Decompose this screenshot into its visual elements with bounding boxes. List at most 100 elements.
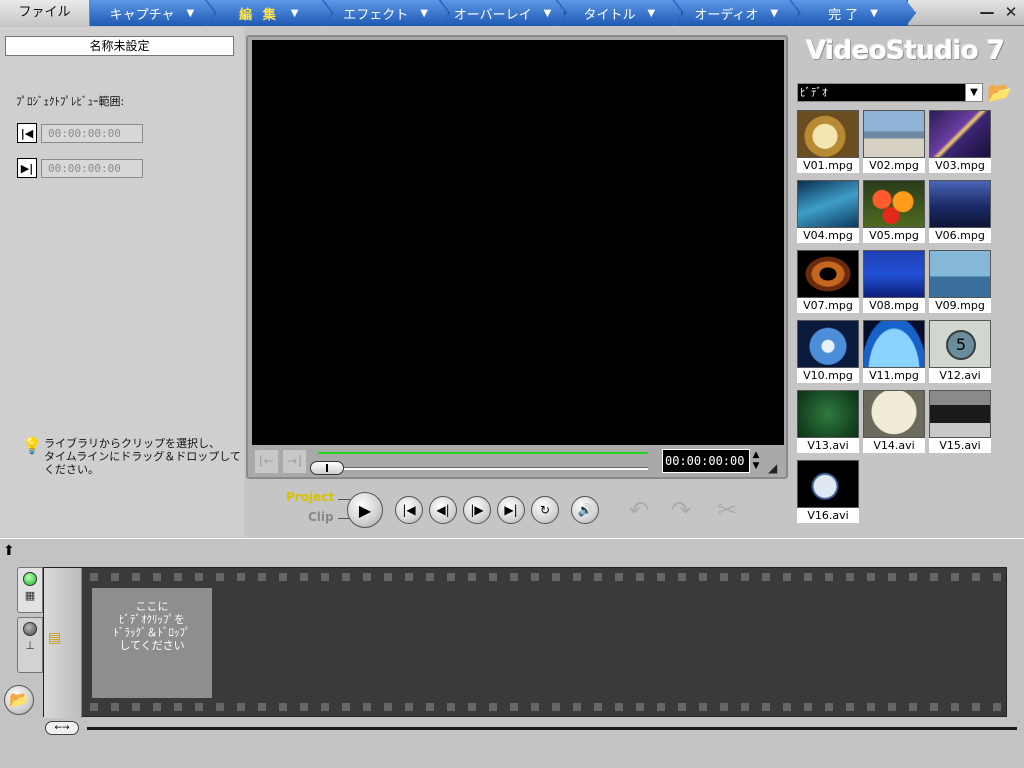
mark-out-icon: ▶| [20, 161, 34, 175]
previous-frame-button[interactable]: ◀| [429, 496, 457, 524]
redo-button[interactable]: ↷ [667, 496, 695, 524]
split-clip-button[interactable]: ✂ [713, 496, 741, 524]
window-controls: — ✕ [978, 3, 1020, 21]
clip-thumbnail [797, 110, 859, 158]
step-tab[interactable]: エフェクト ▼ [323, 0, 449, 26]
chevron-down-icon: ▼ [543, 7, 552, 19]
clip-name: V07.mpg [797, 298, 859, 313]
inactive-indicator-icon [23, 622, 37, 636]
clip-name: V02.mpg [863, 158, 925, 173]
play-button[interactable]: ▶ [347, 492, 383, 528]
options-panel: 名称未設定 ﾌﾟﾛｼﾞｪｸﾄﾌﾟﾚﾋﾞｭｰ範囲: |◀ 00:00:00:00 … [0, 27, 244, 537]
scrub-track[interactable] [314, 467, 648, 470]
clip-name: V08.mpg [863, 298, 925, 313]
library-category-select[interactable]: ﾋﾞﾃﾞｵ ▼ [797, 83, 983, 102]
jog-slider[interactable] [310, 461, 344, 475]
library-clip[interactable]: V07.mpg [797, 250, 859, 313]
timeline-scrollbar[interactable] [87, 727, 1017, 730]
clip-mode-label[interactable]: Clip [308, 510, 334, 524]
clip-name: V09.mpg [929, 298, 991, 313]
track-header: ▤ [44, 568, 82, 718]
step-tab[interactable]: タイトル ▼ [557, 0, 683, 26]
trim-start-button[interactable]: [← [254, 449, 279, 474]
speaker-icon: 🔊 [577, 503, 593, 517]
countdown-number: 5 [946, 330, 976, 360]
end-button[interactable]: ▶| [497, 496, 525, 524]
clip-thumbnail [863, 180, 925, 228]
project-name-field[interactable]: 名称未設定 [5, 36, 234, 56]
library-clip[interactable]: 5 V12.avi [929, 320, 991, 383]
step-tab[interactable]: オーディオ ▼ [674, 0, 800, 26]
library-clip[interactable]: V15.avi [929, 390, 991, 453]
mark-in-timecode[interactable]: 00:00:00:00 [41, 123, 143, 143]
scissors-icon: ✂ [716, 496, 738, 524]
chevron-down-icon: ▼ [770, 7, 779, 19]
open-folder-icon[interactable]: 📂 [987, 80, 1017, 104]
dropdown-arrow-icon[interactable]: ▼ [965, 84, 982, 101]
step-tab[interactable]: 完 了 ▼ [791, 0, 917, 26]
library-clip[interactable]: V16.avi [797, 460, 859, 523]
mark-out-timecode[interactable]: 00:00:00:00 [41, 158, 143, 178]
sprocket-holes [82, 573, 1006, 581]
expand-horizontal-icon: ←→ [54, 723, 70, 733]
library-clip[interactable]: V05.mpg [863, 180, 925, 243]
library-clip[interactable]: V08.mpg [863, 250, 925, 313]
library-clip[interactable]: V13.avi [797, 390, 859, 453]
chevron-down-icon: ▼ [186, 7, 195, 19]
repeat-button[interactable]: ↻ [531, 496, 559, 524]
clip-thumbnail [929, 110, 991, 158]
active-indicator-icon [23, 572, 37, 586]
library-clip[interactable]: V11.mpg [863, 320, 925, 383]
clip-thumbnail [797, 390, 859, 438]
switch-line [338, 499, 350, 500]
timecode-display[interactable]: 00:00:00:00 [662, 449, 750, 473]
step-tab[interactable]: 編 集 ▼ [206, 0, 332, 26]
library-clip[interactable]: V02.mpg [863, 110, 925, 173]
next-frame-button[interactable]: |▶ [463, 496, 491, 524]
library-clip[interactable]: V01.mpg [797, 110, 859, 173]
clip-thumbnail [863, 320, 925, 368]
undo-button[interactable]: ↶ [625, 496, 653, 524]
library-clip[interactable]: V04.mpg [797, 180, 859, 243]
hint-box: 💡 ライブラリからクリップを選択し、 タイムラインにドラッグ＆ドロップして くだ… [22, 437, 244, 477]
open-project-button[interactable]: 📂 [4, 685, 34, 715]
storyboard-view-tab[interactable]: ▦ [17, 567, 43, 613]
home-button[interactable]: |◀ [395, 496, 423, 524]
trim-end-button[interactable]: →] [282, 449, 307, 474]
library-clip[interactable]: V14.avi [863, 390, 925, 453]
clip-drop-zone[interactable]: ここに ﾋﾞﾃﾞｵｸﾘｯﾌﾟを ﾄﾞﾗｯｸﾞ＆ﾄﾞﾛｯﾌﾟ してください [92, 588, 212, 698]
mark-in-button[interactable]: |◀ [17, 123, 37, 143]
clip-name: V06.mpg [929, 228, 991, 243]
step-label: 完 了 [828, 7, 859, 23]
step-tab[interactable]: キャプチャ ▼ [90, 0, 215, 26]
enlarge-preview-icon[interactable]: ◢ [768, 461, 782, 475]
folder-open-icon: 📂 [9, 690, 29, 709]
library-clip[interactable]: V09.mpg [929, 250, 991, 313]
clip-name: V01.mpg [797, 158, 859, 173]
step-tab[interactable]: オーバーレイ ▼ [440, 0, 566, 26]
volume-button[interactable]: 🔊 [571, 496, 599, 524]
timecode-spinner[interactable]: ▲ ▼ [750, 450, 762, 472]
clip-name: V04.mpg [797, 228, 859, 243]
filmstrip-icon: ▦ [24, 589, 36, 602]
library-clip[interactable]: V03.mpg [929, 110, 991, 173]
clip-name: V15.avi [929, 438, 991, 453]
preview-window: [← →] 00:00:00:00 ▲ ▼ ◢ [246, 35, 788, 479]
project-clip-switch: Project Clip [286, 490, 350, 528]
timeline-toggle-icon[interactable]: ⬆ [3, 543, 15, 559]
library-clip[interactable]: V10.mpg [797, 320, 859, 383]
fit-to-window-button[interactable]: ←→ [45, 721, 79, 735]
timeline-view-tab[interactable]: ⊥ [17, 617, 43, 673]
step-label: オーディオ [694, 7, 759, 23]
minimize-button[interactable]: — [978, 3, 996, 21]
file-menu[interactable]: ファイル [0, 0, 90, 26]
preview-range-title: ﾌﾟﾛｼﾞｪｸﾄﾌﾟﾚﾋﾞｭｰ範囲: [16, 95, 125, 108]
mark-out-button[interactable]: ▶| [17, 158, 37, 178]
project-mode-label[interactable]: Project [286, 490, 334, 504]
library-clip[interactable]: V06.mpg [929, 180, 991, 243]
close-button[interactable]: ✕ [1002, 3, 1020, 21]
step-label: タイトル [583, 7, 636, 23]
skip-to-start-icon: |◀ [402, 503, 416, 517]
step-label: オーバーレイ [453, 7, 532, 23]
filmstrip[interactable]: ここに ﾋﾞﾃﾞｵｸﾘｯﾌﾟを ﾄﾞﾗｯｸﾞ＆ﾄﾞﾛｯﾌﾟ してください [82, 568, 1006, 716]
